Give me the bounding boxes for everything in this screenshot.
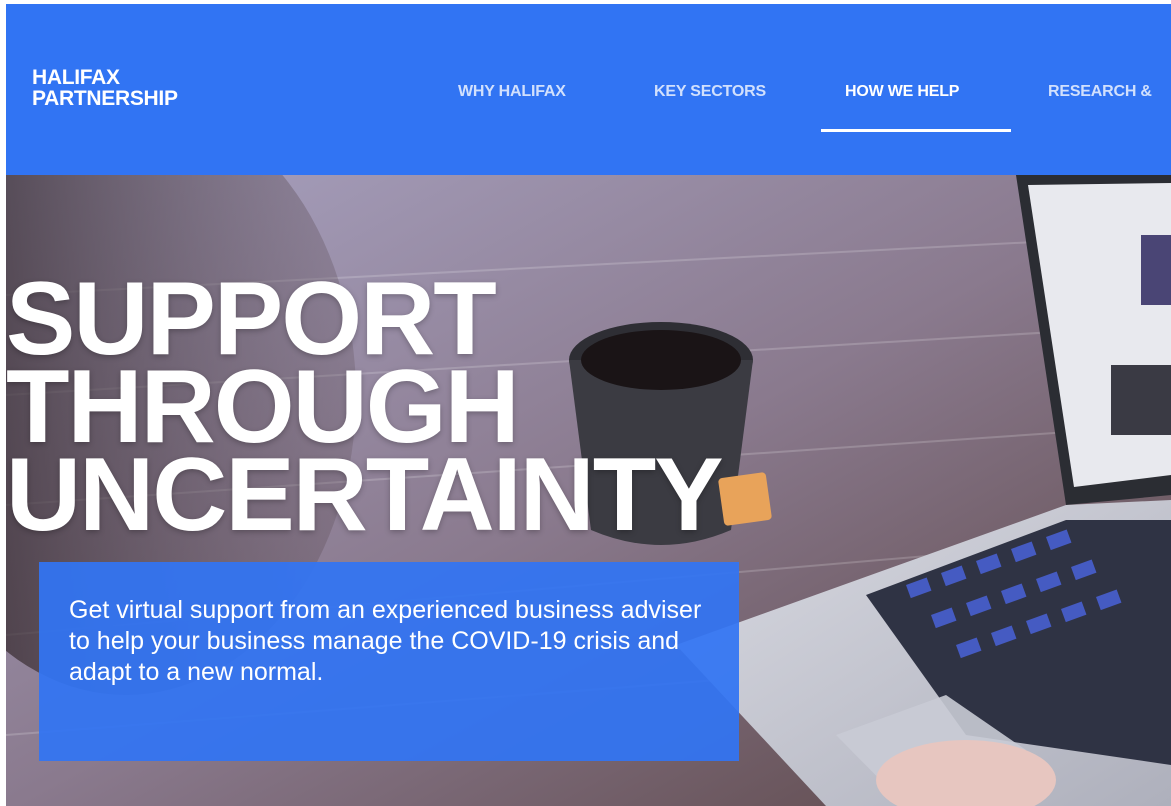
- active-nav-underline: [821, 129, 1011, 132]
- nav-item-key-sectors[interactable]: KEY SECTORS: [654, 83, 766, 101]
- main-nav: WHY HALIFAX KEY SECTORS HOW WE HELP RESE…: [6, 4, 1171, 175]
- nav-item-research[interactable]: RESEARCH &: [1048, 83, 1152, 101]
- hero-description: Get virtual support from an experienced …: [69, 596, 702, 686]
- hero-banner: SUPPORT THROUGH UNCERTAINTY Get virtual …: [6, 175, 1171, 806]
- nav-item-why-halifax[interactable]: WHY HALIFAX: [458, 83, 566, 101]
- site-header: HALIFAX PARTNERSHIP WHY HALIFAX KEY SECT…: [6, 4, 1171, 175]
- hero-description-box: Get virtual support from an experienced …: [39, 562, 739, 761]
- nav-item-how-we-help[interactable]: HOW WE HELP: [845, 83, 959, 101]
- hero-title: SUPPORT THROUGH UNCERTAINTY: [6, 267, 724, 553]
- hero-title-line-3: UNCERTAINTY: [6, 437, 724, 553]
- page: HALIFAX PARTNERSHIP WHY HALIFAX KEY SECT…: [0, 0, 1171, 806]
